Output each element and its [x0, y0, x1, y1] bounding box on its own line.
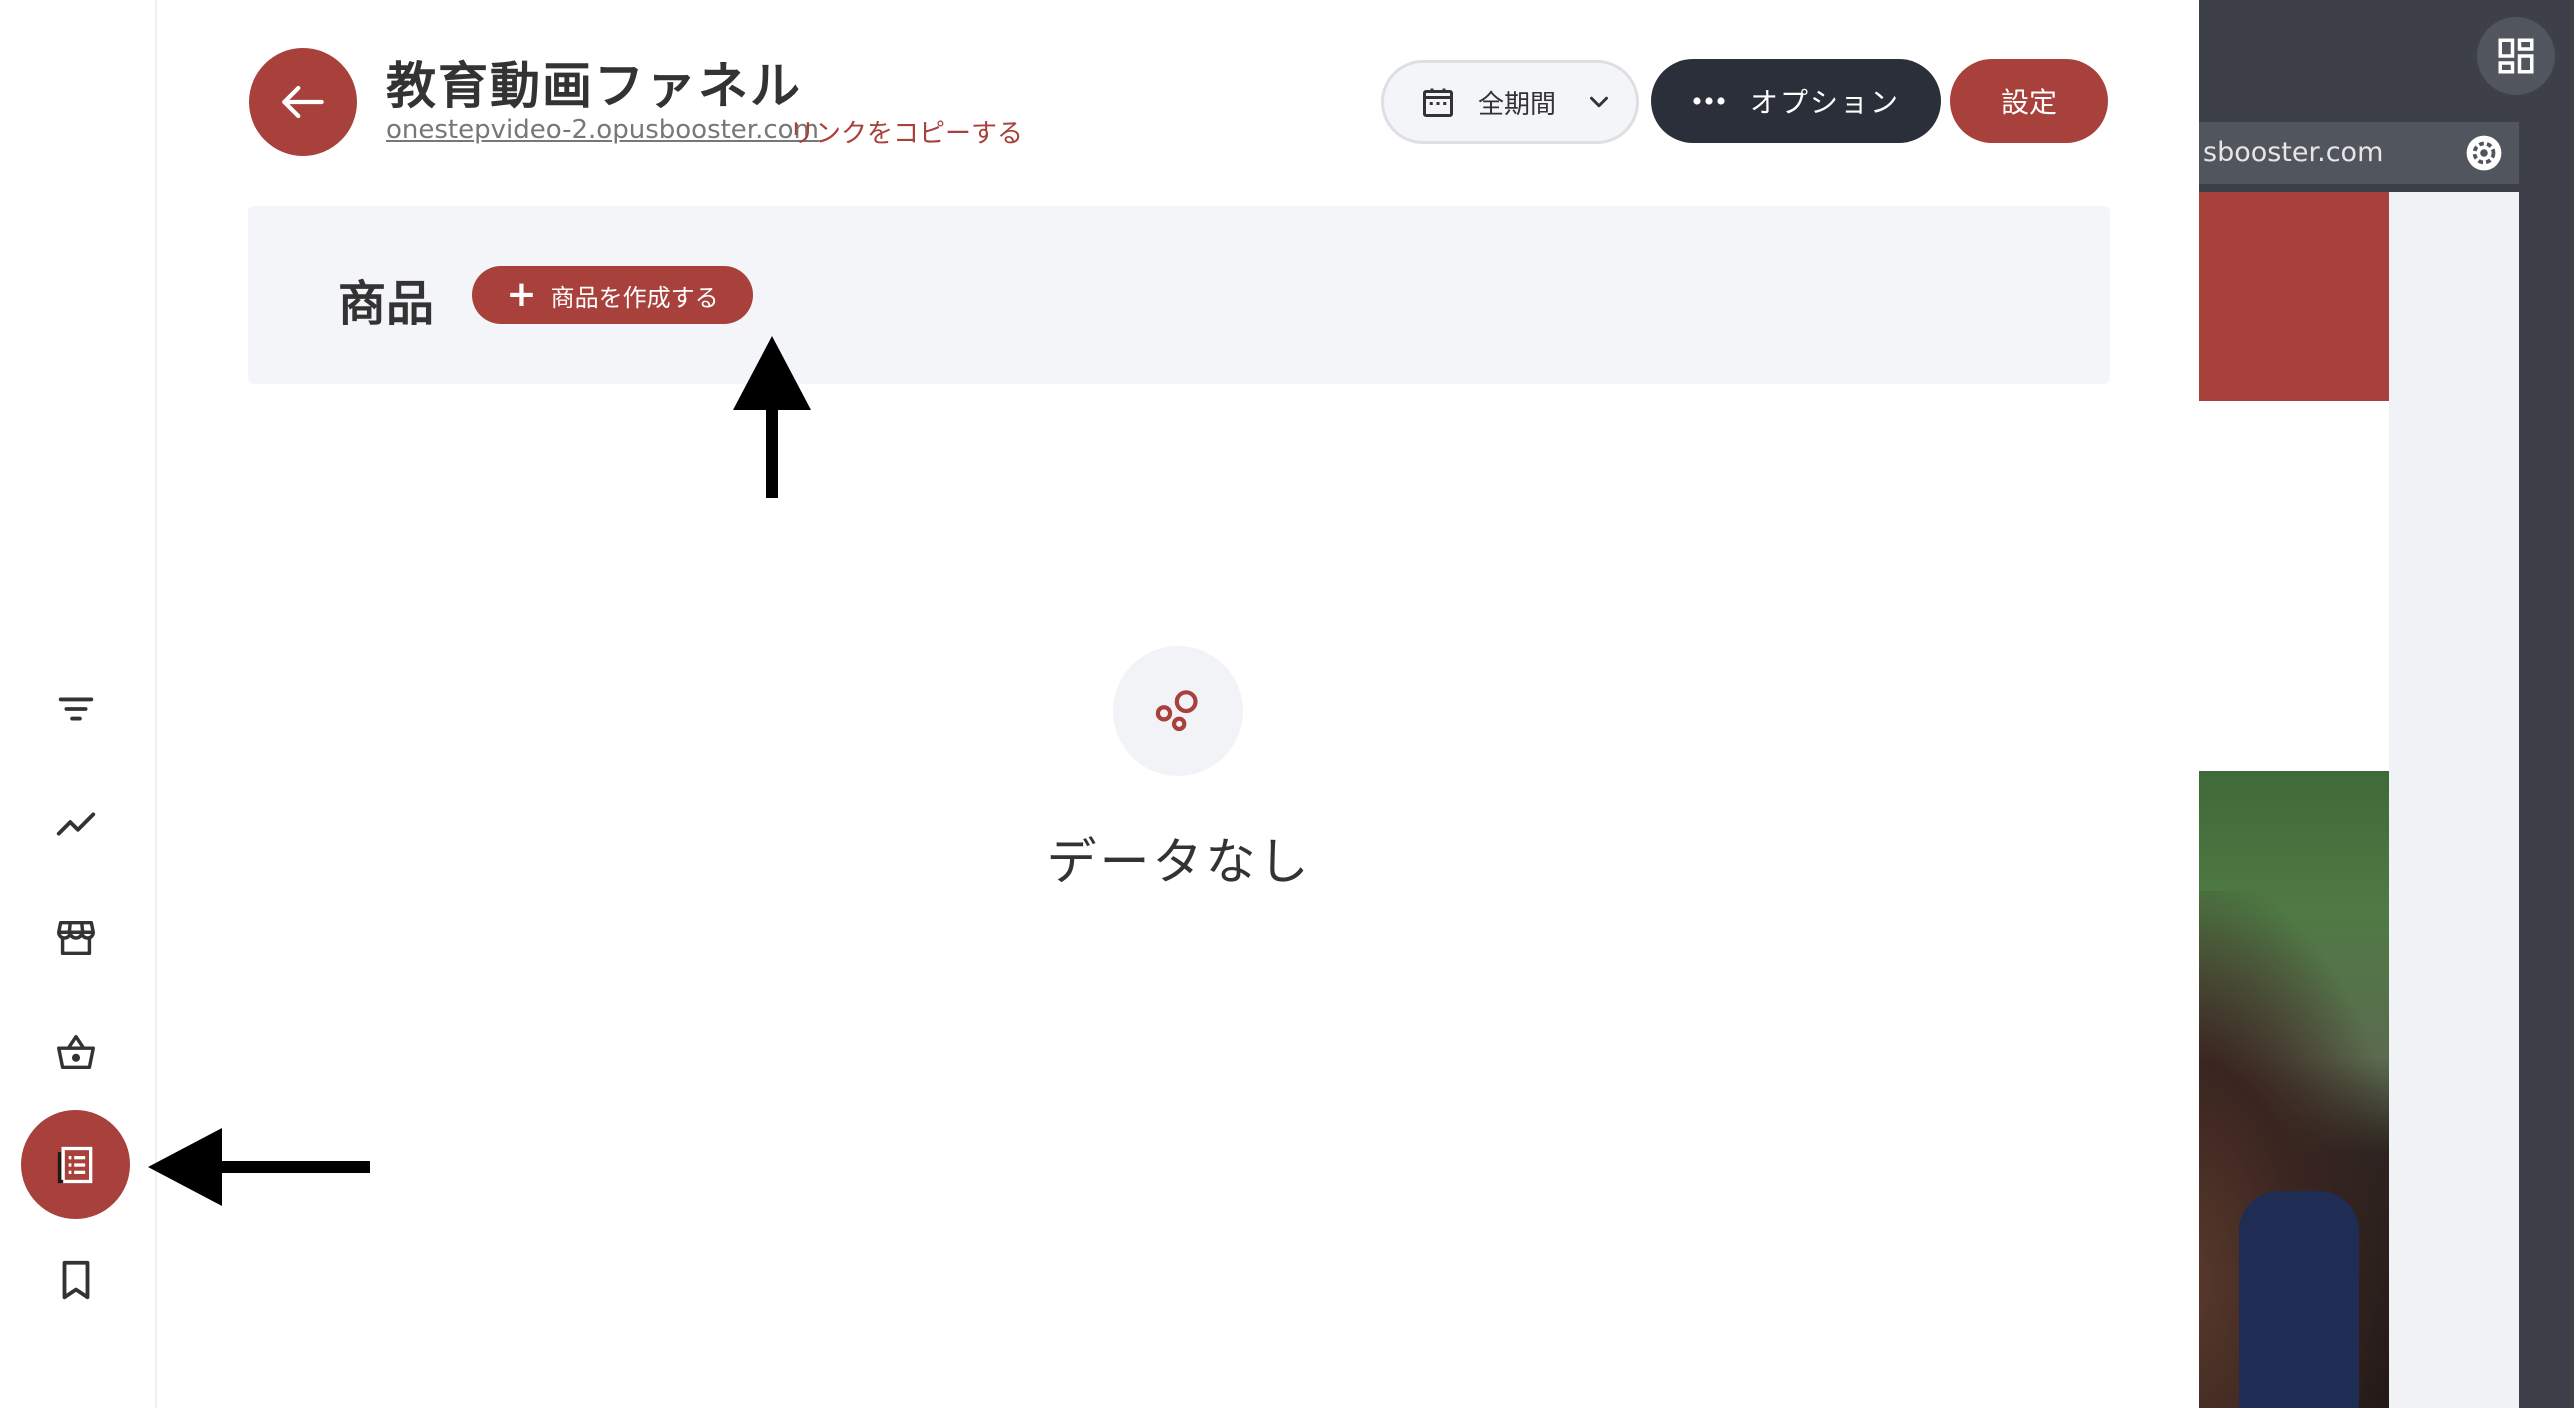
- annotation-arrow-up-icon: [733, 336, 811, 498]
- options-button[interactable]: オプション: [1651, 59, 1941, 143]
- basket-icon: [57, 1034, 95, 1070]
- storefront-icon: [57, 920, 95, 956]
- create-product-button[interactable]: + 商品を作成する: [472, 266, 753, 324]
- sidebar-item-products[interactable]: [21, 1110, 130, 1219]
- funnel-url-link[interactable]: onestepvideo-2.opusbooster.com: [386, 115, 819, 145]
- sidebar-item-bookmarks[interactable]: [40, 1244, 112, 1316]
- background-browser-window: sbooster.com: [2199, 0, 2574, 1408]
- products-heading: 商品: [338, 276, 435, 332]
- qr-code-icon: [2498, 38, 2534, 74]
- create-product-label: 商品を作成する: [550, 283, 719, 312]
- sidebar-item-analytics[interactable]: [40, 788, 112, 860]
- empty-state-text: データなし: [1046, 833, 1312, 891]
- sidebar-item-filter[interactable]: [40, 673, 112, 745]
- more-dots-icon: [1693, 97, 1725, 105]
- qr-code-button[interactable]: [2477, 17, 2555, 95]
- sidebar-item-store[interactable]: [40, 902, 112, 974]
- sidebar-rail: [0, 0, 157, 1408]
- gear-icon: [2466, 135, 2502, 171]
- products-section: 商品 + 商品を作成する: [248, 206, 2110, 384]
- copy-link-button[interactable]: リンクをコピーする: [789, 113, 1023, 150]
- main-panel: 教育動画ファネル onestepvideo-2.opusbooster.com …: [159, 0, 2199, 1408]
- bookmark-icon: [62, 1260, 90, 1300]
- sidebar-item-basket[interactable]: [40, 1016, 112, 1088]
- background-red-banner: [2199, 192, 2389, 401]
- trend-line-icon: [56, 812, 96, 836]
- options-button-label: オプション: [1749, 86, 1900, 119]
- plus-icon: +: [506, 274, 537, 315]
- arrow-left-icon: [282, 85, 324, 119]
- background-page: [2199, 192, 2519, 1408]
- background-page-content: [2199, 192, 2389, 1408]
- background-photo: [2199, 771, 2389, 1408]
- page-title: 教育動画ファネル: [386, 57, 802, 115]
- period-select[interactable]: 全期間: [1381, 60, 1639, 144]
- calendar-icon: [1423, 88, 1453, 117]
- bubbles-icon: [1155, 690, 1198, 732]
- chevron-down-icon: [1590, 96, 1609, 108]
- settings-button[interactable]: 設定: [1950, 59, 2108, 143]
- list-document-icon: [57, 1146, 92, 1183]
- back-button[interactable]: [249, 48, 357, 156]
- annotation-arrow-left-icon: [148, 1128, 370, 1206]
- period-select-label: 全期間: [1478, 89, 1557, 120]
- filter-icon: [58, 697, 94, 721]
- empty-state-icon-badge: [1113, 646, 1243, 776]
